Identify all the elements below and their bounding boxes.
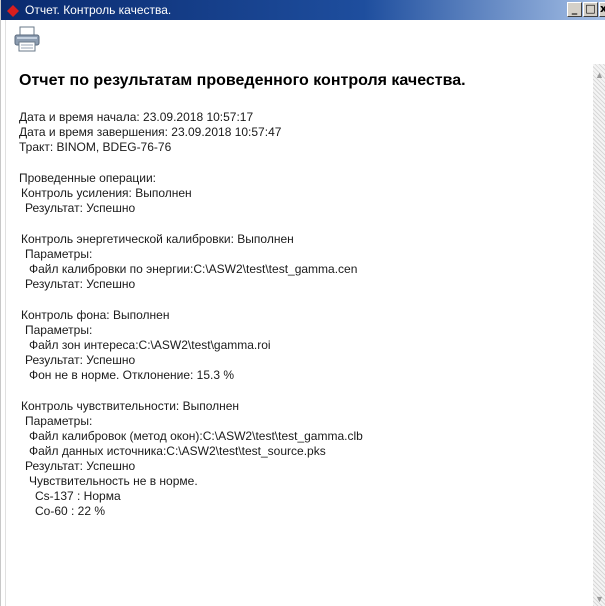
print-button[interactable]	[13, 26, 41, 52]
sensitivity-params-label: Параметры:	[25, 414, 93, 428]
start-time: Дата и время начала: 23.09.2018 10:57:17	[19, 110, 254, 124]
scroll-down-arrow-icon[interactable]: ▼	[593, 594, 605, 604]
energy-calibration-control: Контроль энергетической калибровки: Выпо…	[21, 232, 294, 246]
co60-status: Co-60 : 22 %	[35, 504, 106, 518]
operations-heading: Проведенные операции:	[19, 171, 156, 185]
end-time: Дата и время завершения: 23.09.2018 10:5…	[19, 125, 282, 139]
tract: Тракт: BINOM, BDEG-76-76	[19, 140, 172, 154]
background-params-label: Параметры:	[25, 323, 93, 337]
background-control: Контроль фона: Выполнен	[21, 308, 170, 322]
sensitivity-result: Результат: Успешно	[25, 459, 136, 473]
cs137-status: Cs-137 : Норма	[35, 489, 121, 503]
window-calibration-file: Файл калибровок (метод окон):C:\ASW2\tes…	[29, 429, 363, 443]
energy-result: Результат: Успешно	[25, 277, 136, 291]
close-button[interactable]: x	[599, 2, 605, 17]
roi-file: Файл зон интереса:C:\ASW2\test\gamma.roi	[29, 338, 271, 352]
report-window: Отчет. Контроль качества. _ □ x Отчет по…	[0, 0, 605, 606]
scroll-up-arrow-icon[interactable]: ▲	[593, 70, 605, 80]
minimize-button[interactable]: _	[567, 2, 582, 17]
gain-control: Контроль усиления: Выполнен	[21, 186, 192, 200]
background-result: Результат: Успешно	[25, 353, 136, 367]
energy-params-label: Параметры:	[25, 247, 93, 261]
maximize-button[interactable]: □	[583, 2, 598, 17]
title-bar[interactable]: Отчет. Контроль качества. _ □ x	[1, 0, 605, 20]
sensitivity-control: Контроль чувствительности: Выполнен	[21, 399, 240, 413]
sensitivity-status: Чувствительность не в норме.	[29, 474, 198, 488]
report-heading: Отчет по результатам проведенного контро…	[19, 72, 466, 89]
background-deviation: Фон не в норме. Отклонение: 15.3 %	[29, 368, 235, 382]
report-content: Отчет по результатам проведенного контро…	[11, 64, 581, 600]
app-icon	[7, 4, 19, 17]
source-data-file: Файл данных источника:C:\ASW2\test\test_…	[29, 444, 326, 458]
left-border	[1, 20, 6, 606]
printer-icon	[14, 26, 40, 52]
toolbar	[2, 20, 605, 64]
window-title: Отчет. Контроль качества.	[25, 3, 172, 17]
energy-calibration-file: Файл калибровки по энергии:C:\ASW2\test\…	[29, 262, 358, 276]
vertical-scrollbar[interactable]: ▲ ▼	[593, 64, 605, 606]
gain-result: Результат: Успешно	[25, 201, 136, 215]
